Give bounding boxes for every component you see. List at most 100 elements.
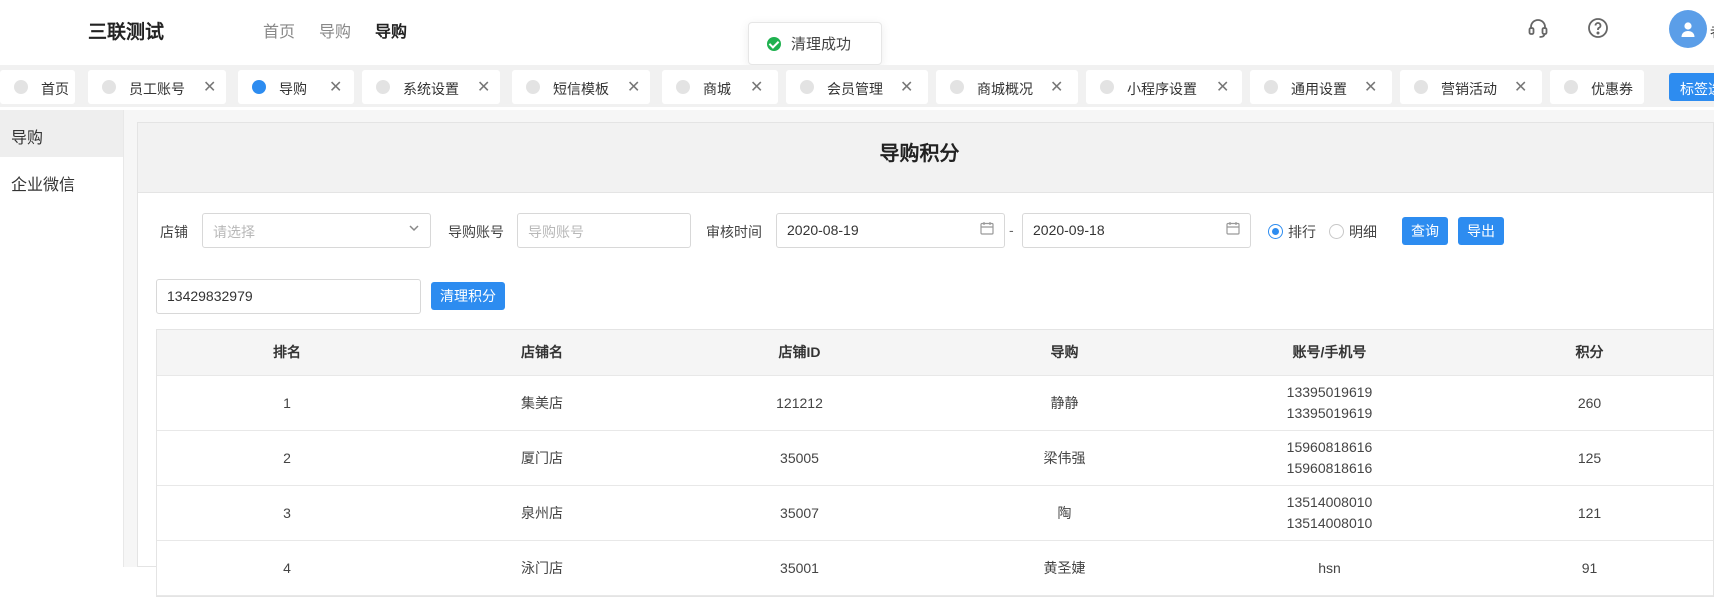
clear-points-button[interactable]: 清理积分: [431, 282, 505, 310]
tab-label: 首页: [41, 81, 69, 97]
tab-mall-overview[interactable]: 商城概况 ✕: [936, 70, 1078, 104]
cell-account: 13395019619 13395019619: [1197, 376, 1462, 430]
tab-label: 优惠券: [1591, 81, 1633, 97]
calendar-icon: [980, 221, 994, 238]
user-name[interactable]: 者: [1710, 22, 1714, 42]
tab-status-dot-icon: [676, 80, 690, 94]
cell-phone-line: 15960818616: [1286, 460, 1373, 476]
check-circle-icon: [767, 36, 781, 51]
tab-status-dot-icon: [252, 80, 266, 94]
close-icon[interactable]: ✕: [900, 77, 913, 97]
tab-label: 小程序设置: [1127, 81, 1197, 97]
panel-header: 导购积分: [138, 123, 1713, 193]
tab-member-management[interactable]: 会员管理 ✕: [786, 70, 928, 104]
cell-store-id: 35001: [780, 559, 819, 576]
top-nav: 首页 导购 导购: [263, 18, 407, 42]
tab-coupon[interactable]: 优惠券: [1550, 70, 1644, 104]
points-table: 排名 店铺名 店铺ID 导购 账号/手机号 积分 1 集美店 121212 静静…: [156, 329, 1714, 597]
account-input-placeholder: 导购账号: [528, 224, 584, 240]
tab-label: 员工账号: [129, 81, 185, 97]
avatar[interactable]: [1669, 10, 1707, 48]
close-icon[interactable]: ✕: [1364, 77, 1377, 97]
tab-home[interactable]: 首页: [0, 70, 75, 104]
close-icon[interactable]: ✕: [1050, 77, 1063, 97]
tab-status-dot-icon: [950, 80, 964, 94]
brand-title: 三联测试: [88, 22, 165, 43]
store-select[interactable]: 请选择: [202, 213, 431, 248]
table-row[interactable]: 3 泉州店 35007 陶 13514008010 13514008010 12…: [157, 486, 1713, 541]
headset-icon[interactable]: [1526, 16, 1550, 40]
export-button[interactable]: 导出: [1458, 217, 1504, 245]
account-input[interactable]: 导购账号: [517, 213, 691, 248]
query-button[interactable]: 查询: [1402, 217, 1448, 245]
cell-rank: 3: [283, 504, 291, 521]
cell-account-line: 13395019619: [1286, 384, 1373, 400]
nav-item-guide[interactable]: 导购: [319, 18, 351, 42]
tab-options-button[interactable]: 标签选项: [1669, 73, 1714, 101]
tab-status-dot-icon: [1264, 80, 1278, 94]
tab-status-dot-icon: [102, 80, 116, 94]
tab-guide[interactable]: 导购 ✕: [238, 70, 354, 104]
radio-detail-label[interactable]: 明细: [1349, 222, 1377, 242]
tab-miniprogram-settings[interactable]: 小程序设置 ✕: [1086, 70, 1242, 104]
cell-points: 91: [1581, 559, 1598, 576]
clear-points-input-value: 13429832979: [167, 288, 253, 304]
table-row[interactable]: 1 集美店 121212 静静 13395019619 13395019619 …: [157, 376, 1713, 431]
sidebar-item-wecom[interactable]: 企业微信: [0, 157, 123, 204]
tab-label: 系统设置: [403, 81, 459, 97]
table-row[interactable]: 2 厦门店 35005 梁伟强 15960818616 15960818616 …: [157, 431, 1713, 486]
account-label: 导购账号: [448, 224, 504, 240]
column-header[interactable]: 排名: [157, 330, 417, 375]
cell-rank: 1: [283, 394, 291, 411]
date-separator: -: [1009, 222, 1014, 238]
close-icon[interactable]: ✕: [750, 77, 763, 97]
column-header[interactable]: 导购: [932, 330, 1197, 375]
tab-staff-account[interactable]: 员工账号 ✕: [88, 70, 226, 104]
date-from-input[interactable]: 2020-08-19: [776, 213, 1005, 248]
tab-label: 商城概况: [977, 81, 1033, 97]
tab-label: 导购: [279, 81, 307, 97]
cell-store-id: 35007: [780, 504, 819, 521]
sidebar-item-guide[interactable]: 导购: [0, 110, 123, 157]
close-icon[interactable]: ✕: [1514, 77, 1527, 97]
table-header-row: 排名 店铺名 店铺ID 导购 账号/手机号 积分: [157, 330, 1713, 376]
close-icon[interactable]: ✕: [477, 77, 490, 97]
help-icon[interactable]: [1586, 16, 1610, 40]
nav-item-home[interactable]: 首页: [263, 18, 295, 42]
tab-status-dot-icon: [1414, 80, 1428, 94]
store-select-placeholder: 请选择: [213, 224, 255, 240]
table-row[interactable]: 4 泳门店 35001 黄圣婕 hsn 91: [157, 541, 1713, 596]
tab-general-settings[interactable]: 通用设置 ✕: [1250, 70, 1392, 104]
date-to-input[interactable]: 2020-09-18: [1022, 213, 1251, 248]
cell-store: 泉州店: [521, 504, 563, 521]
tab-mall[interactable]: 商城 ✕: [662, 70, 778, 104]
cell-guide: 静静: [1050, 394, 1079, 411]
tab-strip: 首页 员工账号 ✕ 导购 ✕ 系统设置 ✕ 短信模板 ✕ 商城 ✕ 会员管理 ✕…: [0, 65, 1714, 107]
close-icon[interactable]: ✕: [627, 77, 640, 97]
radio-rank[interactable]: [1268, 224, 1283, 239]
tab-system-settings[interactable]: 系统设置 ✕: [362, 70, 500, 104]
nav-item-guide-active[interactable]: 导购: [375, 18, 407, 42]
tab-sms-template[interactable]: 短信模板 ✕: [512, 70, 650, 104]
cell-store-id: 121212: [776, 394, 823, 411]
clear-points-input[interactable]: 13429832979: [156, 279, 421, 314]
tab-label: 营销活动: [1441, 81, 1497, 97]
cell-account: 15960818616 15960818616: [1197, 431, 1462, 485]
review-time-label: 审核时间: [706, 224, 762, 240]
tab-label: 通用设置: [1291, 81, 1347, 97]
radio-detail[interactable]: [1329, 224, 1344, 239]
radio-rank-label[interactable]: 排行: [1288, 222, 1316, 242]
cell-phone-line: 13514008010: [1286, 515, 1373, 531]
cell-guide: 陶: [1057, 504, 1072, 521]
close-icon[interactable]: ✕: [1216, 77, 1229, 97]
cell-points: 125: [1577, 449, 1602, 466]
column-header[interactable]: 账号/手机号: [1197, 330, 1462, 375]
column-header[interactable]: 店铺名: [417, 330, 667, 375]
chevron-down-icon: [408, 221, 420, 237]
close-icon[interactable]: ✕: [203, 77, 216, 97]
cell-points: 260: [1577, 394, 1602, 411]
column-header[interactable]: 积分: [1462, 330, 1714, 375]
tab-marketing[interactable]: 营销活动 ✕: [1400, 70, 1542, 104]
column-header[interactable]: 店铺ID: [667, 330, 932, 375]
close-icon[interactable]: ✕: [329, 77, 342, 97]
